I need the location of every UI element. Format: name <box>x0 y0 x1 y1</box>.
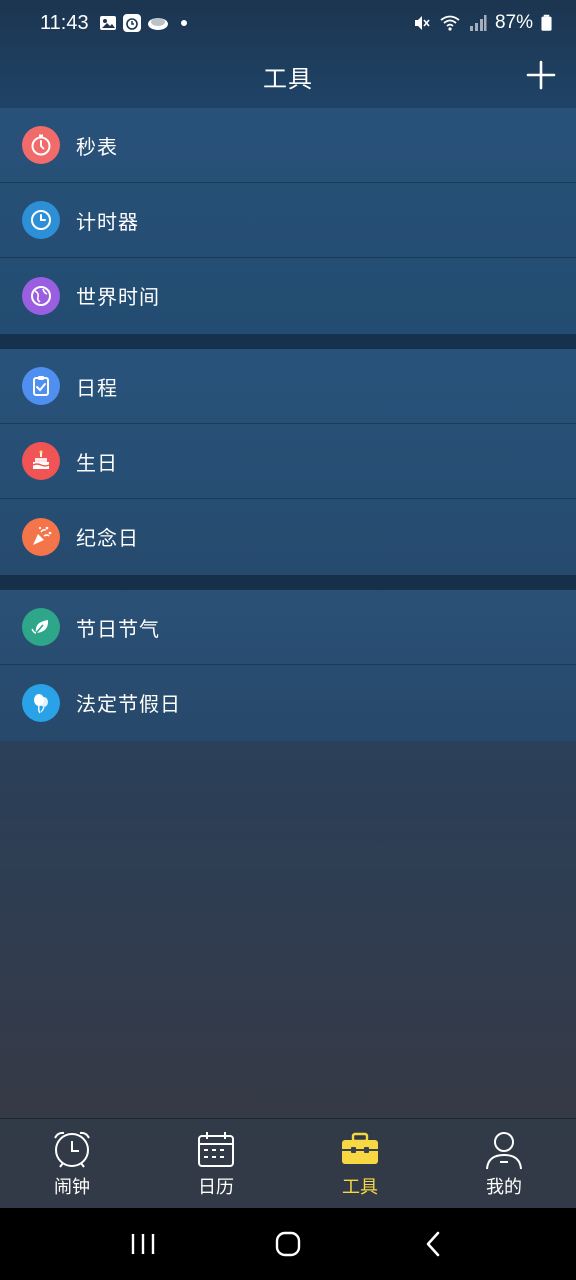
status-time: 11:43 <box>40 11 89 34</box>
list-item-public-holidays[interactable]: 法定节假日 <box>0 665 576 740</box>
list-item-label: 秒表 <box>76 134 118 159</box>
home-icon <box>275 1231 301 1257</box>
nav-tools[interactable]: 工具 <box>288 1119 432 1208</box>
timer-icon <box>22 201 60 239</box>
schedule-icon <box>22 367 60 405</box>
list-item-anniversary[interactable]: 纪念日 <box>0 499 576 574</box>
header: 工具 <box>0 46 576 106</box>
recent-apps-icon <box>131 1234 154 1254</box>
page-title: 工具 <box>263 64 313 93</box>
globe-icon <box>22 276 60 315</box>
tool-group-holidays: 节日节气 法定节假日 <box>0 590 576 741</box>
alarm-notification-icon <box>122 14 141 32</box>
leaf-icon <box>22 608 60 646</box>
list-item-timer[interactable]: 计时器 <box>0 183 576 258</box>
home-button[interactable] <box>268 1224 308 1264</box>
back-button[interactable] <box>413 1224 453 1264</box>
list-item-schedule[interactable]: 日程 <box>0 349 576 424</box>
wifi-icon <box>440 15 460 31</box>
toolbox-icon <box>342 1132 378 1164</box>
balloon-icon <box>22 683 60 722</box>
tool-group-events: 日程 生日 纪念日 <box>0 349 576 575</box>
list-item-label: 节日节气 <box>76 616 160 641</box>
list-item-label: 纪念日 <box>76 526 139 550</box>
list-item-stopwatch[interactable]: 秒表 <box>0 108 576 183</box>
nav-calendar[interactable]: 日历 <box>144 1119 288 1208</box>
nav-profile[interactable]: 我的 <box>432 1119 576 1208</box>
list-item-label: 世界时间 <box>76 285 160 309</box>
system-nav-bar <box>0 1208 576 1280</box>
list-item-label: 日程 <box>76 375 118 400</box>
group-divider <box>0 575 576 590</box>
list-item-label: 生日 <box>76 450 118 475</box>
calendar-icon <box>198 1132 234 1167</box>
list-item-festivals[interactable]: 节日节气 <box>0 590 576 665</box>
image-notification-icon <box>99 16 116 30</box>
notification-dot <box>180 20 187 26</box>
tool-group-time: 秒表 计时器 世界时间 <box>0 108 576 334</box>
cloud-notification-icon <box>147 18 168 30</box>
confetti-icon <box>22 517 60 556</box>
list-item-world-time[interactable]: 世界时间 <box>0 258 576 333</box>
cake-icon <box>22 442 60 480</box>
battery-icon <box>541 14 552 31</box>
list-item-label: 计时器 <box>76 209 139 234</box>
recent-apps-button[interactable] <box>123 1224 163 1264</box>
alarm-clock-icon <box>54 1131 90 1168</box>
nav-label: 工具 <box>342 1177 378 1198</box>
list-item-label: 法定节假日 <box>76 692 181 716</box>
mute-icon <box>414 16 430 30</box>
nav-label: 日历 <box>198 1177 234 1198</box>
user-icon <box>486 1132 522 1170</box>
status-bar: 11:43 87% <box>0 0 576 46</box>
nav-alarm[interactable]: 闹钟 <box>0 1119 144 1208</box>
back-icon <box>427 1231 440 1257</box>
list-item-birthday[interactable]: 生日 <box>0 424 576 499</box>
signal-icon <box>469 15 487 31</box>
battery-percent: 87% <box>494 12 533 33</box>
bottom-nav: 闹钟 日历 工具 我的 <box>0 1118 576 1208</box>
plus-icon[interactable] <box>524 58 558 92</box>
stopwatch-icon <box>22 126 60 164</box>
group-divider <box>0 334 576 349</box>
nav-label: 我的 <box>486 1177 522 1198</box>
nav-label: 闹钟 <box>54 1177 90 1198</box>
